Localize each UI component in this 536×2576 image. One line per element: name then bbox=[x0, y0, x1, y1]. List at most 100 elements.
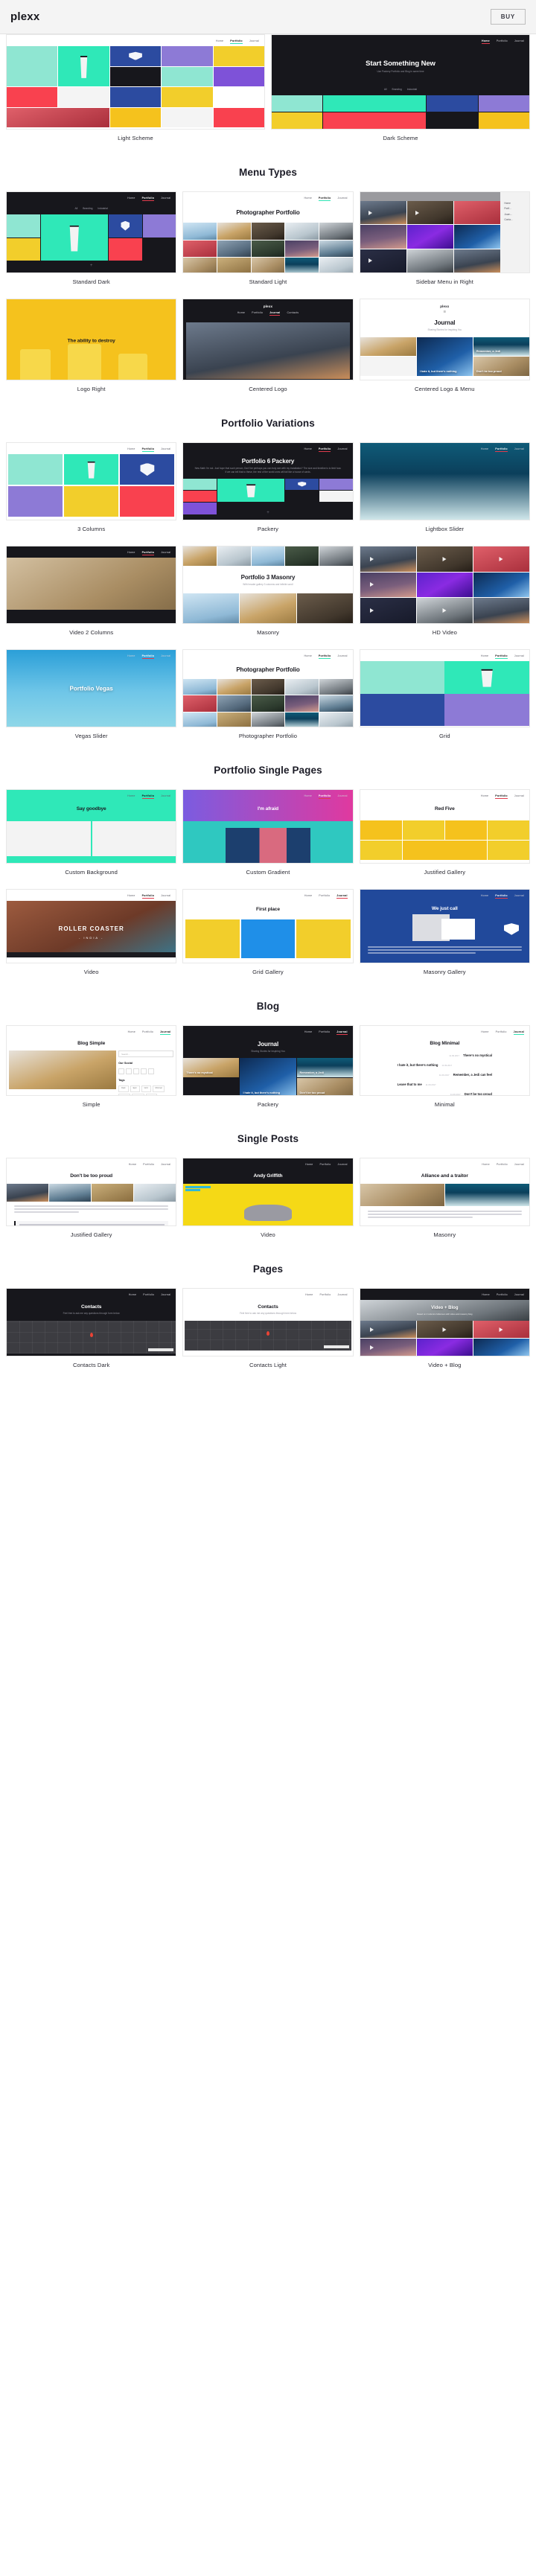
filter-branding[interactable]: Branding bbox=[83, 207, 92, 210]
list-item[interactable]: 11.09.2017 Don't be too proud bbox=[360, 1089, 529, 1095]
card-video-single[interactable]: Home Portfolio Journal ROLLER COASTER - … bbox=[6, 889, 177, 975]
thumb[interactable]: Home Portfolio Journal Blog Simple Searc… bbox=[6, 1025, 177, 1096]
thumb[interactable]: Home Portfolio Journal I'm afraid bbox=[182, 789, 354, 864]
video-controls[interactable] bbox=[7, 952, 176, 957]
sidebar-item-journal[interactable]: Journ... bbox=[504, 212, 526, 217]
play-icon[interactable] bbox=[370, 582, 374, 587]
card-blog-simple[interactable]: Home Portfolio Journal Blog Simple Searc… bbox=[6, 1025, 177, 1108]
card-grid-gallery[interactable]: Home Portfolio Journal First place Grid … bbox=[182, 889, 354, 975]
tag[interactable]: Minimal bbox=[152, 1085, 165, 1093]
behance-icon[interactable] bbox=[141, 1068, 147, 1075]
play-icon[interactable] bbox=[415, 210, 420, 215]
tag-list[interactable]: Dark Epic Grid Minimal Stylish Packery V… bbox=[118, 1085, 173, 1095]
card-3-columns[interactable]: Home Portfolio Journal 3 Columns bbox=[6, 442, 177, 532]
thumb[interactable]: Home Portfolio Journal Don't be too prou… bbox=[6, 1158, 177, 1226]
thumb[interactable]: Home Portfolio Journal bbox=[6, 546, 177, 624]
scheme-light-thumb[interactable]: Home Portfolio Journal bbox=[6, 34, 265, 130]
card-lightbox-slider[interactable]: Home Portfolio Journal Lightbox Slider bbox=[359, 442, 530, 532]
card-contacts-dark[interactable]: Home Portfolio Journal Contacts Feel fre… bbox=[6, 1288, 177, 1368]
vimeo-icon[interactable] bbox=[148, 1068, 155, 1075]
thumb[interactable]: Home Portfolio Journal bbox=[359, 649, 530, 727]
card-video-2-columns[interactable]: Home Portfolio Journal Video 2 Columns bbox=[6, 546, 177, 636]
thumb[interactable]: Home Portfolio Journal bbox=[359, 442, 530, 520]
play-icon[interactable] bbox=[370, 556, 374, 561]
card-centered-logo-menu[interactable]: plexx ☰ Journal Sharing Stories for Insp… bbox=[359, 299, 530, 392]
tag[interactable]: Video bbox=[146, 1094, 157, 1095]
thumb[interactable]: Home Portfolio Journal Say goodbye bbox=[6, 789, 177, 864]
card-masonry[interactable]: Portfolio 3 Masonry With header gallery … bbox=[182, 546, 354, 636]
thumb[interactable]: Home Portfolio Journal Photographer Port… bbox=[182, 191, 354, 273]
scheme-light-card[interactable]: Home Portfolio Journal Light Scheme bbox=[6, 34, 265, 141]
play-icon[interactable] bbox=[442, 1327, 447, 1332]
play-icon[interactable] bbox=[368, 258, 372, 264]
filter-all[interactable]: All bbox=[384, 88, 387, 91]
card-photographer-portfolio[interactable]: Home Portfolio Journal Photographer Port… bbox=[182, 649, 354, 739]
post-title[interactable]: Leave that to me bbox=[398, 1083, 422, 1086]
filter-bar[interactable]: All Branding Industrial bbox=[7, 203, 176, 214]
thumb[interactable]: Home Portfolio Journal Video + Blog Base… bbox=[359, 1288, 530, 1356]
play-icon[interactable] bbox=[368, 210, 372, 215]
list-item[interactable]: Leave that to me 11.09.2017 bbox=[360, 1080, 529, 1089]
post-title[interactable]: There's no mystical bbox=[463, 1053, 492, 1057]
card-standard-light[interactable]: Home Portfolio Journal Photographer Port… bbox=[182, 191, 354, 285]
thumb[interactable] bbox=[359, 546, 530, 624]
thumb[interactable]: Home Portfolio Journal Blog Minimal 11.0… bbox=[359, 1025, 530, 1096]
filter-industrial[interactable]: Industrial bbox=[98, 207, 107, 210]
thumb[interactable]: plexx Home Portfolio Journal Contacts bbox=[182, 299, 354, 380]
thumb[interactable]: Home Portfolio Journal Journal Sharing S… bbox=[182, 1025, 354, 1096]
social-icons[interactable] bbox=[118, 1068, 173, 1075]
tag[interactable]: Stylish bbox=[118, 1094, 130, 1095]
scheme-dark-thumb[interactable]: Home Portfolio Journal Start Something N… bbox=[271, 34, 530, 130]
filter-industrial[interactable]: Industrial bbox=[407, 88, 417, 91]
sidebar-item-home[interactable]: Home bbox=[504, 201, 526, 206]
brand-logo[interactable]: plexx bbox=[10, 10, 39, 23]
filter-all[interactable]: All bbox=[75, 207, 78, 210]
post-title[interactable]: I hate it, but there's nothing bbox=[398, 1063, 438, 1067]
card-custom-gradient[interactable]: Home Portfolio Journal I'm afraid Custom… bbox=[182, 789, 354, 876]
twitter-icon[interactable] bbox=[118, 1068, 125, 1075]
card-standard-dark[interactable]: Home Portfolio Journal All Branding Indu… bbox=[6, 191, 177, 285]
filter-branding[interactable]: Branding bbox=[392, 88, 402, 91]
play-icon[interactable] bbox=[370, 608, 374, 613]
list-item[interactable]: 11.09.2017 Remember, a Jedi can feel bbox=[360, 1070, 529, 1080]
thumb[interactable]: Home Portfolio Journal Alliance and a tr… bbox=[359, 1158, 530, 1226]
thumb[interactable]: The ability to destroy bbox=[6, 299, 177, 380]
card-post-justified-gallery[interactable]: Home Portfolio Journal Don't be too prou… bbox=[6, 1158, 177, 1238]
load-more-icon[interactable]: + bbox=[267, 511, 269, 515]
load-more-icon[interactable]: + bbox=[90, 264, 93, 268]
thumb[interactable]: Home Portfolio Journal ROLLER COASTER - … bbox=[6, 889, 177, 963]
card-packery[interactable]: Home Portfolio Journal Portfolio 6 Packe… bbox=[182, 442, 354, 532]
card-justified-gallery[interactable]: Home Portfolio Journal Red Five Justifie… bbox=[359, 789, 530, 876]
filter-bar[interactable]: All Branding Industrial bbox=[272, 84, 529, 95]
play-icon[interactable] bbox=[442, 556, 447, 561]
tag[interactable]: Dark bbox=[118, 1085, 129, 1093]
card-blog-packery[interactable]: Home Portfolio Journal Journal Sharing S… bbox=[182, 1025, 354, 1108]
hamburger-icon[interactable]: ☰ bbox=[360, 308, 529, 313]
facebook-icon[interactable] bbox=[126, 1068, 133, 1075]
thumb[interactable]: Portfolio 3 Masonry With header gallery … bbox=[182, 546, 354, 624]
list-item[interactable]: 11.09.2017 There's no mystical bbox=[360, 1051, 529, 1060]
card-logo-right[interactable]: The ability to destroy Logo Right bbox=[6, 299, 177, 392]
post-title[interactable]: Remember, a Jedi can feel bbox=[453, 1073, 492, 1077]
map[interactable] bbox=[7, 1320, 176, 1354]
sidebar-item-portfolio[interactable]: Portf... bbox=[504, 206, 526, 211]
thumb[interactable]: Home Portfolio Journal Contacts Feel fre… bbox=[6, 1288, 177, 1356]
instagram-icon[interactable] bbox=[133, 1068, 140, 1075]
tag[interactable]: Grid bbox=[141, 1085, 151, 1093]
sidebar-item-contacts[interactable]: Conta... bbox=[504, 217, 526, 223]
card-centered-logo[interactable]: plexx Home Portfolio Journal Contacts Ce… bbox=[182, 299, 354, 392]
scheme-dark-card[interactable]: Home Portfolio Journal Start Something N… bbox=[271, 34, 530, 141]
card-contacts-light[interactable]: Home Portfolio Journal Contacts Feel fre… bbox=[182, 1288, 354, 1368]
thumb[interactable]: Home Portfolio Journal Contacts Feel fre… bbox=[182, 1288, 354, 1356]
thumb[interactable]: Home Portfolio Journal Red Five bbox=[359, 789, 530, 864]
list-item[interactable]: I hate it, but there's nothing 11.09.201… bbox=[360, 1060, 529, 1070]
thumb[interactable]: Home Portfolio Journal Portfolio Vegas bbox=[6, 649, 177, 727]
card-masonry-gallery[interactable]: Home Portfolio Journal We just call Maso… bbox=[359, 889, 530, 975]
search-input[interactable]: Search... bbox=[118, 1051, 174, 1057]
map[interactable] bbox=[185, 1320, 351, 1351]
thumb[interactable]: Home Portf... Journ... Conta... bbox=[359, 191, 530, 273]
card-sidebar-right[interactable]: Home Portf... Journ... Conta... Sidebar … bbox=[359, 191, 530, 285]
card-post-masonry[interactable]: Home Portfolio Journal Alliance and a tr… bbox=[359, 1158, 530, 1238]
thumb[interactable]: Home Portfolio Journal Andy Griffith bbox=[182, 1158, 354, 1226]
play-icon[interactable] bbox=[442, 608, 447, 613]
